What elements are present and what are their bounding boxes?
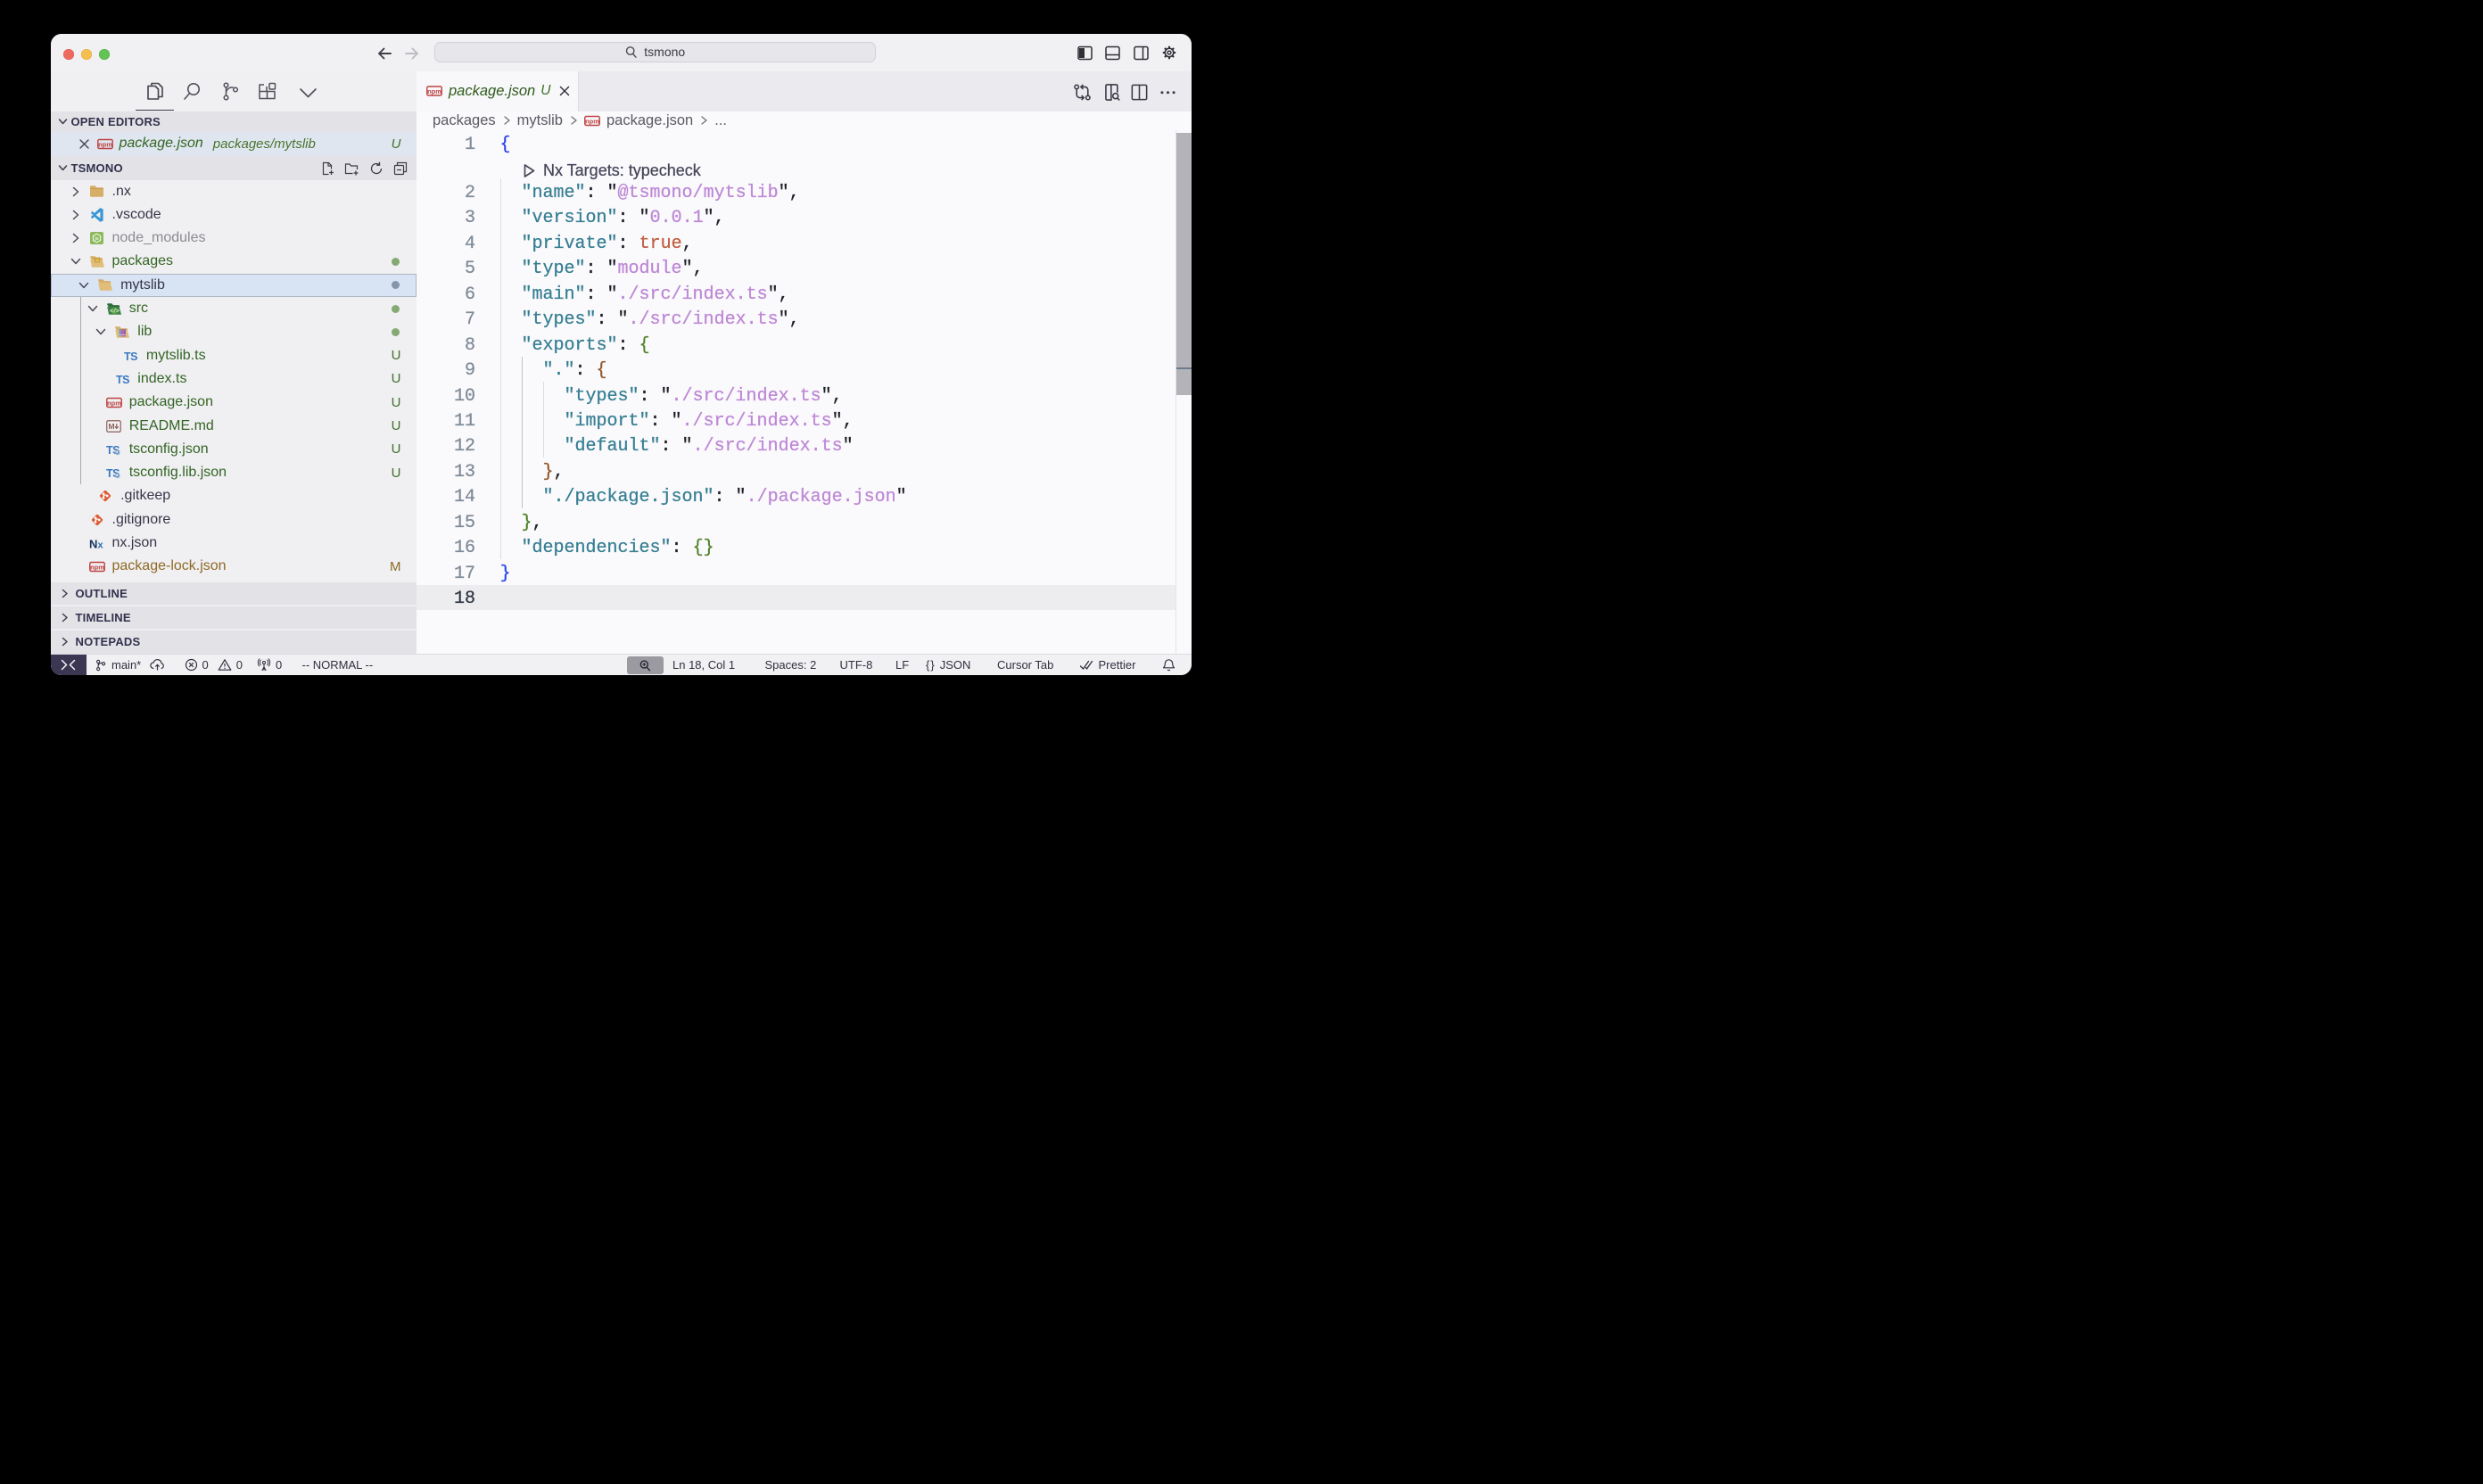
svg-text:npm: npm	[427, 87, 441, 95]
svg-text:x: x	[97, 540, 103, 549]
svg-text:TS: TS	[124, 350, 137, 362]
svg-text:</>: </>	[110, 308, 120, 314]
svg-text:js: js	[94, 236, 99, 242]
svg-text:npm: npm	[107, 399, 121, 407]
svg-text:npm: npm	[98, 140, 112, 148]
svg-text:TS: TS	[116, 374, 129, 385]
svg-text:M: M	[109, 422, 115, 431]
svg-text:npm: npm	[585, 117, 599, 125]
svg-text:npm: npm	[90, 563, 104, 571]
svg-text:N: N	[89, 538, 97, 549]
